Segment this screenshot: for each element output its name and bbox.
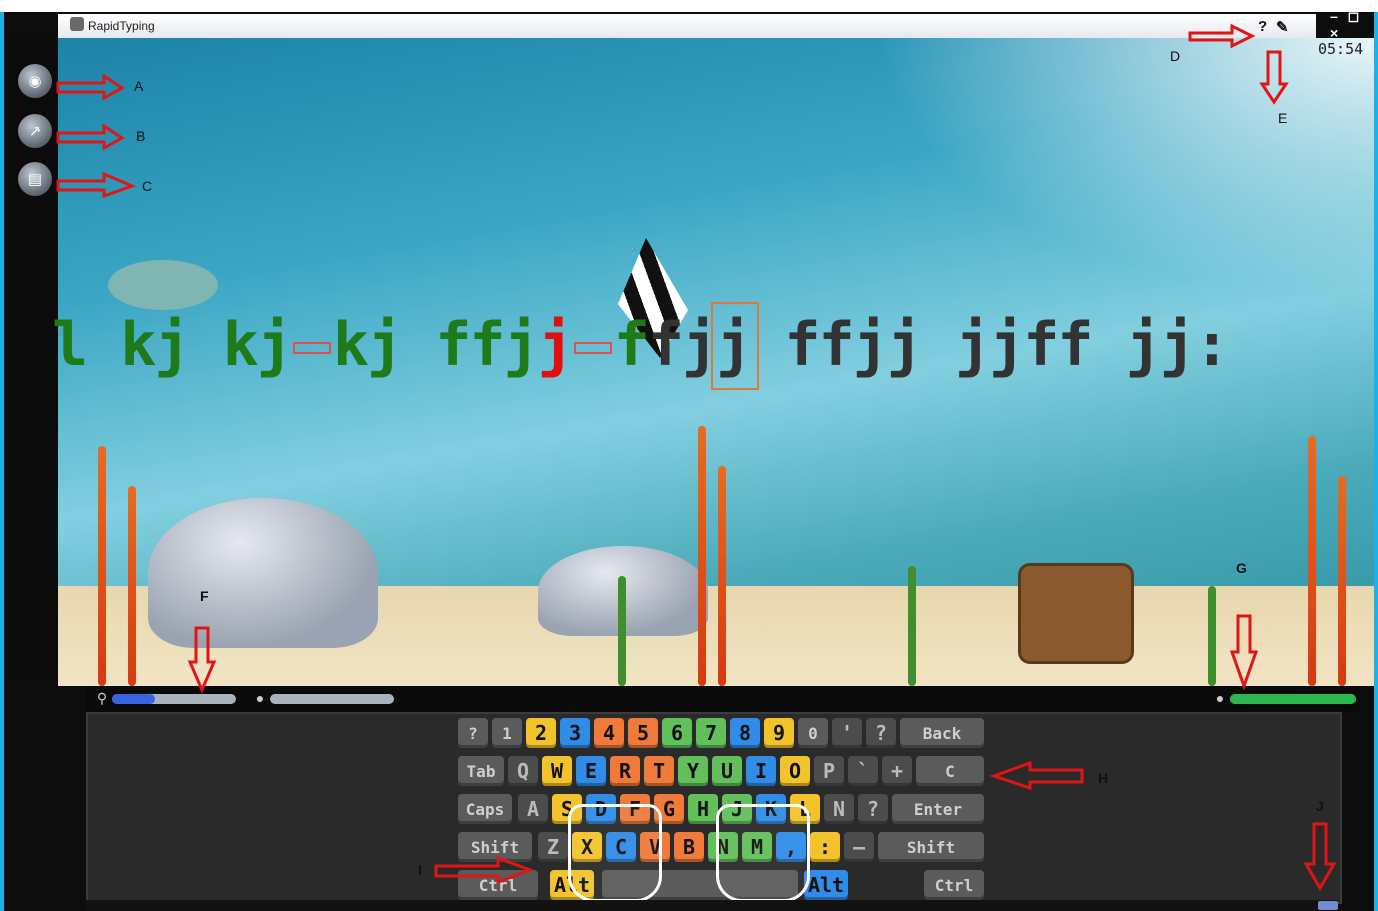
arrow-f [187,626,217,694]
arrow-h [989,760,1084,791]
arrow-c [56,171,137,199]
arrow-b [56,123,125,151]
arrow-g [1229,614,1259,691]
arrow-j [1303,822,1337,891]
arrow-d [1188,23,1256,49]
arrow-i [434,855,535,885]
arrow-a [56,73,125,101]
arrow-e [1259,50,1289,105]
annotation-arrows [56,23,1337,891]
